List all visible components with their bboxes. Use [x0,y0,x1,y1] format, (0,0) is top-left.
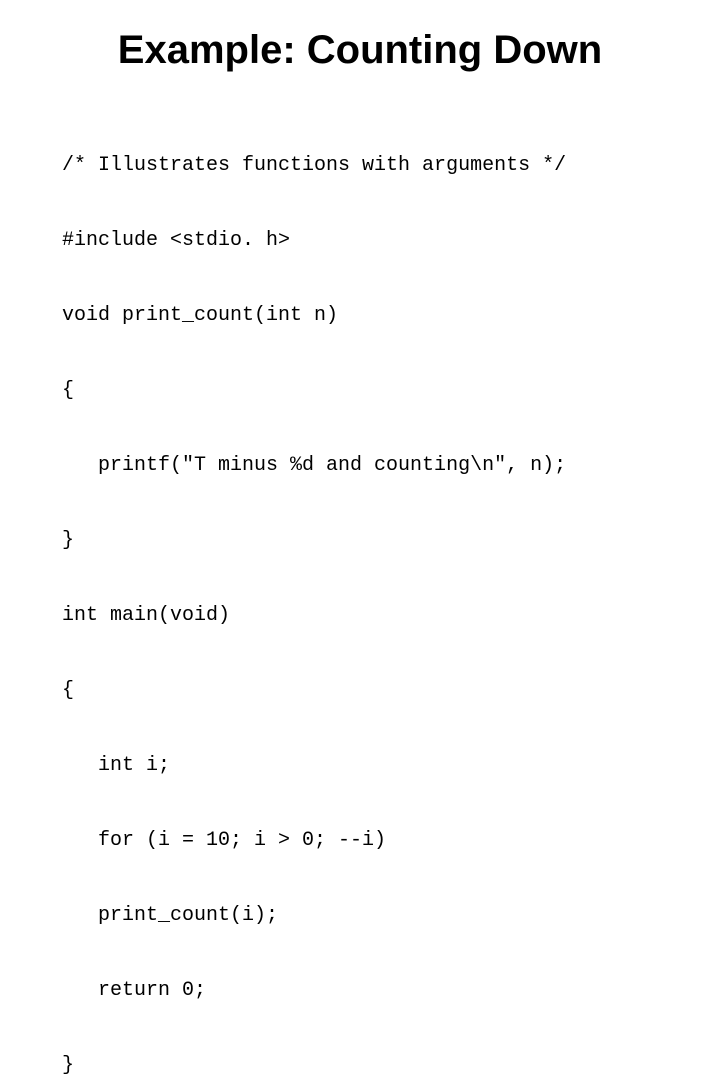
code-line: int i; [62,753,720,778]
code-block: /* Illustrates functions with arguments … [0,103,720,1080]
code-line: for (i = 10; i > 0; --i) [62,828,720,853]
code-line: { [62,678,720,703]
code-line: /* Illustrates functions with arguments … [62,153,720,178]
slide: Example: Counting Down /* Illustrates fu… [0,0,720,540]
code-line: return 0; [62,978,720,1003]
code-line: print_count(i); [62,903,720,928]
code-line: printf("T minus %d and counting\n", n); [62,453,720,478]
code-line: #include <stdio. h> [62,228,720,253]
code-line: } [62,528,720,553]
code-line: } [62,1053,720,1078]
code-line: { [62,378,720,403]
slide-title: Example: Counting Down [0,0,720,103]
code-line: void print_count(int n) [62,303,720,328]
code-line: int main(void) [62,603,720,628]
